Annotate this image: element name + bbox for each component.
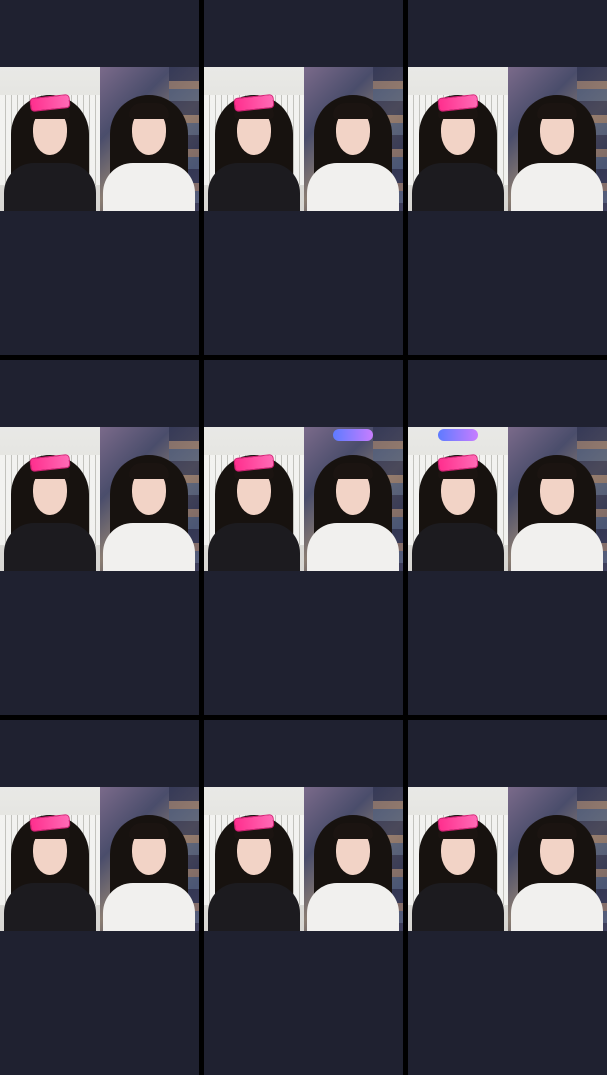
- video-right-streamer: [303, 427, 403, 571]
- shirt: [411, 163, 504, 211]
- video-left-streamer: [0, 787, 100, 931]
- video-right-streamer: [99, 67, 199, 211]
- video-right-streamer: [303, 787, 403, 931]
- video-thumbnail[interactable]: [408, 0, 607, 355]
- shirt: [207, 523, 300, 571]
- split-screen-video[interactable]: [408, 67, 607, 211]
- shirt: [207, 883, 300, 931]
- video-left-streamer: [0, 67, 100, 211]
- shirt: [3, 523, 96, 571]
- video-right-streamer: [303, 67, 403, 211]
- video-left-streamer: [408, 67, 508, 211]
- video-thumbnail[interactable]: [0, 360, 199, 715]
- split-screen-video[interactable]: [204, 787, 403, 931]
- video-thumbnail[interactable]: [204, 360, 403, 715]
- shirt: [511, 883, 604, 931]
- video-thumbnail[interactable]: [0, 0, 199, 355]
- video-thumbnail[interactable]: [204, 720, 403, 1075]
- video-grid: [0, 0, 607, 1075]
- shirt: [307, 163, 400, 211]
- video-right-streamer: [99, 427, 199, 571]
- shirt: [103, 523, 196, 571]
- shirt: [411, 883, 504, 931]
- bangs: [129, 463, 170, 479]
- shirt: [411, 523, 504, 571]
- split-screen-video[interactable]: [204, 427, 403, 571]
- video-thumbnail[interactable]: [0, 720, 199, 1075]
- shirt: [103, 163, 196, 211]
- video-right-streamer: [507, 787, 607, 931]
- video-left-streamer: [204, 427, 304, 571]
- bangs: [129, 823, 170, 839]
- shirt: [307, 883, 400, 931]
- shirt: [3, 163, 96, 211]
- shirt: [307, 523, 400, 571]
- shirt: [207, 163, 300, 211]
- split-screen-video[interactable]: [0, 67, 199, 211]
- bangs: [333, 103, 374, 119]
- shirt: [3, 883, 96, 931]
- video-left-streamer: [408, 787, 508, 931]
- shirt: [103, 883, 196, 931]
- split-screen-video[interactable]: [0, 427, 199, 571]
- video-right-streamer: [99, 787, 199, 931]
- bangs: [537, 463, 578, 479]
- video-left-streamer: [0, 427, 100, 571]
- sticker-badge-effect: [437, 429, 478, 441]
- split-screen-video[interactable]: [204, 67, 403, 211]
- video-left-streamer: [408, 427, 508, 571]
- bangs: [333, 463, 374, 479]
- video-thumbnail[interactable]: [204, 0, 403, 355]
- bangs: [537, 823, 578, 839]
- video-thumbnail[interactable]: [408, 720, 607, 1075]
- bangs: [129, 103, 170, 119]
- split-screen-video[interactable]: [0, 787, 199, 931]
- sticker-badge-effect: [333, 429, 374, 441]
- split-screen-video[interactable]: [408, 427, 607, 571]
- shirt: [511, 523, 604, 571]
- split-screen-video[interactable]: [408, 787, 607, 931]
- video-thumbnail[interactable]: [408, 360, 607, 715]
- video-right-streamer: [507, 427, 607, 571]
- shirt: [511, 163, 604, 211]
- bangs: [333, 823, 374, 839]
- video-left-streamer: [204, 787, 304, 931]
- video-right-streamer: [507, 67, 607, 211]
- bangs: [537, 103, 578, 119]
- video-left-streamer: [204, 67, 304, 211]
